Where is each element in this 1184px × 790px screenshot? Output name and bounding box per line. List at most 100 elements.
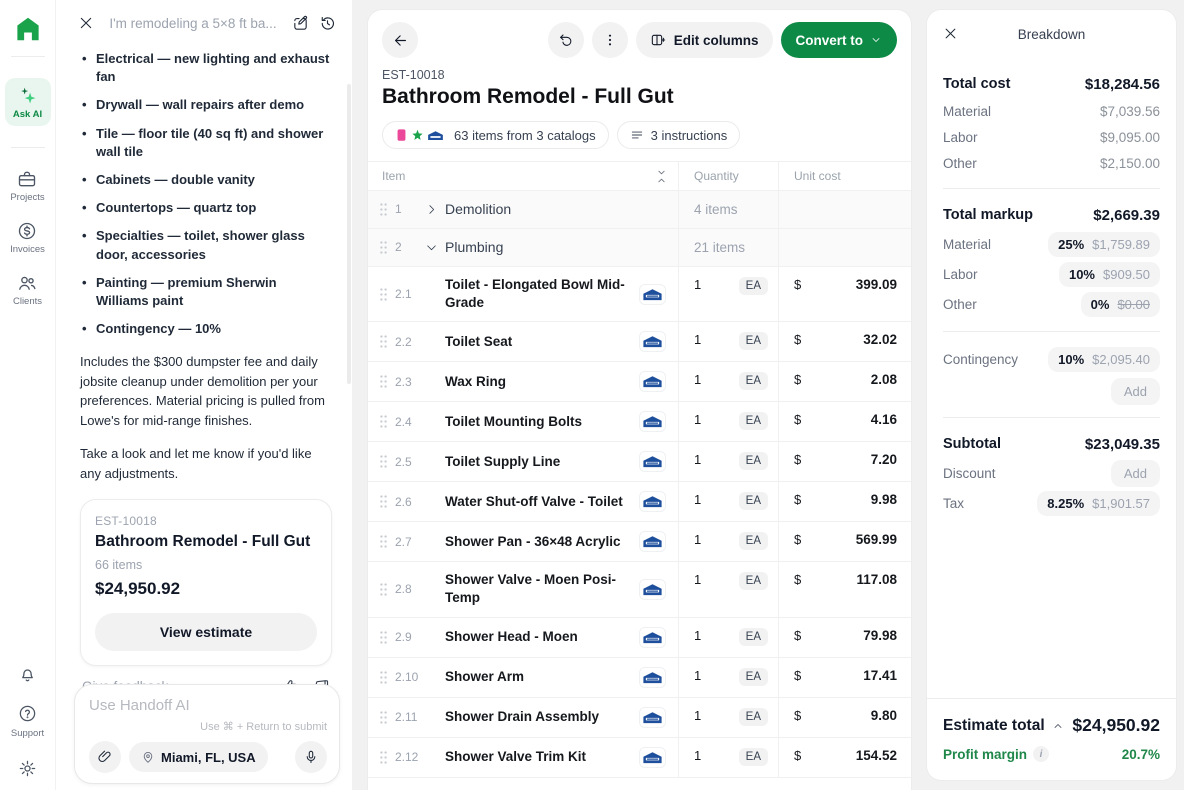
lowes-badge-icon	[639, 667, 666, 688]
undo-icon[interactable]	[548, 22, 584, 58]
quantity-cell[interactable]: 4 items	[678, 191, 778, 228]
quantity-cell[interactable]: 1EA	[678, 522, 778, 561]
drag-handle-icon[interactable]	[378, 454, 389, 469]
location-chip[interactable]: Miami, FL, USA	[129, 742, 268, 772]
quantity-cell[interactable]: 1EA	[678, 658, 778, 697]
table-row[interactable]: 2.11Shower Drain Assembly1EA$9.80	[368, 698, 911, 738]
drag-handle-icon[interactable]	[378, 710, 389, 725]
breakdown-footer: Estimate total $24,950.92 Profit margin …	[927, 698, 1176, 780]
drag-handle-icon[interactable]	[378, 334, 389, 349]
table-row[interactable]: 2.6Water Shut-off Valve - Toilet1EA$9.98	[368, 482, 911, 522]
quantity-cell[interactable]: 1EA	[678, 322, 778, 361]
drag-handle-icon[interactable]	[378, 534, 389, 549]
unit-cost-cell[interactable]: $154.52	[778, 738, 911, 777]
composer-input[interactable]: Use Handoff AI	[89, 697, 327, 714]
drag-handle-icon[interactable]	[378, 670, 389, 685]
estimate-card[interactable]: EST-10018 Bathroom Remodel - Full Gut 66…	[80, 499, 332, 666]
quantity-cell[interactable]: 1EA	[678, 482, 778, 521]
quantity-cell[interactable]: 1EA	[678, 738, 778, 777]
catalogs-pill[interactable]: 63 items from 3 catalogs	[382, 121, 609, 149]
compose-icon[interactable]	[292, 15, 309, 32]
item-name: Toilet Seat	[445, 333, 627, 351]
drag-handle-icon[interactable]	[378, 240, 389, 255]
unit-cost-cell[interactable]: $117.08	[778, 562, 911, 616]
quantity-cell[interactable]: 1EA	[678, 562, 778, 616]
table-row[interactable]: 2.2Toilet Seat1EA$32.02	[368, 322, 911, 362]
drag-handle-icon[interactable]	[378, 414, 389, 429]
sidebar-item-support[interactable]: Support	[11, 704, 44, 739]
drag-handle-icon[interactable]	[378, 202, 389, 217]
unit-cost-cell[interactable]: $79.98	[778, 618, 911, 657]
markup-material-field[interactable]: 25% $1,759.89	[1048, 232, 1160, 257]
microphone-icon[interactable]	[295, 741, 327, 773]
chat-bullet-item: Specialties — toilet, shower glass door,…	[80, 227, 332, 263]
chevron-right-icon[interactable]	[425, 203, 445, 216]
drag-handle-icon[interactable]	[378, 287, 389, 302]
table-row[interactable]: 2.12Shower Valve Trim Kit1EA$154.52	[368, 738, 911, 778]
edit-columns-button[interactable]: Edit columns	[636, 22, 773, 58]
contingency-field[interactable]: 10% $2,095.40	[1048, 347, 1160, 372]
table-row[interactable]: 2.9Shower Head - Moen1EA$79.98	[368, 618, 911, 658]
drag-handle-icon[interactable]	[378, 582, 389, 597]
unit-cost-cell[interactable]	[778, 229, 911, 266]
table-row[interactable]: 2.3Wax Ring1EA$2.08	[368, 362, 911, 402]
view-estimate-button[interactable]: View estimate	[95, 613, 317, 651]
table-row[interactable]: 2.5Toilet Supply Line1EA$7.20	[368, 442, 911, 482]
unit-cost-cell[interactable]: $2.08	[778, 362, 911, 401]
table-row[interactable]: 2.4Toilet Mounting Bolts1EA$4.16	[368, 402, 911, 442]
markup-labor-field[interactable]: 10% $909.50	[1059, 262, 1160, 287]
sidebar-item-ask-ai[interactable]: Ask AI	[5, 78, 51, 126]
unit-cost-cell[interactable]: $399.09	[778, 267, 911, 321]
gear-icon[interactable]	[18, 759, 37, 778]
unit-cost-cell[interactable]: $7.20	[778, 442, 911, 481]
chevron-down-icon[interactable]	[425, 241, 445, 254]
quantity-cell[interactable]: 1EA	[678, 362, 778, 401]
sidebar-item-clients[interactable]: Clients	[13, 273, 42, 307]
composer[interactable]: Use Handoff AI Use ⌘ + Return to submit …	[74, 684, 340, 784]
quantity-cell[interactable]: 21 items	[678, 229, 778, 266]
paperclip-icon[interactable]	[89, 741, 121, 773]
instructions-pill[interactable]: 3 instructions	[617, 121, 741, 149]
unit-cost-cell[interactable]: $4.16	[778, 402, 911, 441]
drag-handle-icon[interactable]	[378, 374, 389, 389]
table-row[interactable]: 2.7Shower Pan - 36×48 Acrylic1EA$569.99	[368, 522, 911, 562]
table-row[interactable]: 2.1Toilet - Elongated Bowl Mid-Grade1EA$…	[368, 267, 911, 322]
unit-cost-cell[interactable]	[778, 191, 911, 228]
quantity-cell[interactable]: 1EA	[678, 442, 778, 481]
close-icon[interactable]	[78, 15, 94, 31]
back-arrow-icon[interactable]	[382, 22, 418, 58]
drag-handle-icon[interactable]	[378, 630, 389, 645]
drag-handle-icon[interactable]	[378, 494, 389, 509]
unit-cost-cell[interactable]: $9.98	[778, 482, 911, 521]
discount-add-button[interactable]: Add	[1111, 460, 1160, 487]
quantity-cell[interactable]: 1EA	[678, 618, 778, 657]
unit-cost-cell[interactable]: $32.02	[778, 322, 911, 361]
table-row[interactable]: 2.8Shower Valve - Moen Posi-Temp1EA$117.…	[368, 562, 911, 617]
drag-handle-icon[interactable]	[378, 750, 389, 765]
convert-to-button[interactable]: Convert to	[781, 22, 898, 58]
markup-other-field[interactable]: 0% $0.00	[1081, 292, 1160, 317]
collapse-all-icon[interactable]	[655, 169, 668, 184]
kebab-menu-icon[interactable]	[592, 22, 628, 58]
tax-field[interactable]: 8.25% $1,901.57	[1037, 491, 1160, 516]
table-group-row[interactable]: 2Plumbing21 items	[368, 229, 911, 267]
quantity-cell[interactable]: 1EA	[678, 698, 778, 737]
unit-cost-cell[interactable]: $569.99	[778, 522, 911, 561]
unit-cost-cell[interactable]: $17.41	[778, 658, 911, 697]
unit-cost-cell[interactable]: $9.80	[778, 698, 911, 737]
currency-symbol: $	[794, 372, 871, 387]
sidebar-item-invoices[interactable]: Invoices	[10, 221, 45, 255]
contingency-add-button[interactable]: Add	[1111, 378, 1160, 405]
handoff-logo[interactable]	[13, 14, 43, 44]
quantity-cell[interactable]: 1EA	[678, 402, 778, 441]
quantity-cell[interactable]: 1EA	[678, 267, 778, 321]
chevron-up-icon[interactable]	[1052, 720, 1064, 732]
table-row[interactable]: 2.10Shower Arm1EA$17.41	[368, 658, 911, 698]
chat-scrollbar[interactable]	[347, 84, 351, 384]
table-group-row[interactable]: 1Demolition4 items	[368, 191, 911, 229]
close-icon[interactable]	[943, 26, 958, 41]
info-icon[interactable]: i	[1033, 746, 1049, 762]
sidebar-item-projects[interactable]: Projects	[10, 169, 44, 203]
history-icon[interactable]	[319, 15, 336, 32]
bell-icon[interactable]	[18, 665, 37, 684]
